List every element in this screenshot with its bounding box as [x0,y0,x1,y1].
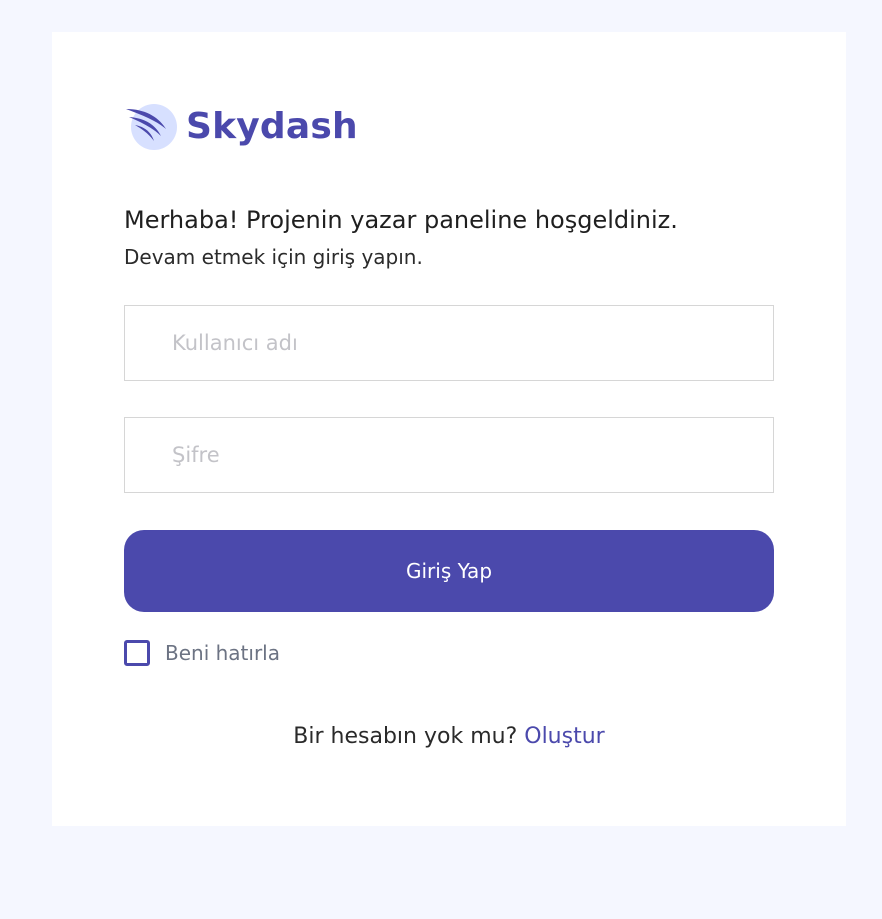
brand-name: Skydash [186,106,358,147]
wing-logo-icon [126,104,177,150]
remember-checkbox[interactable] [124,640,150,666]
brand-logo: Skydash [124,102,358,152]
login-button[interactable]: Giriş Yap [124,530,774,612]
remember-label: Beni hatırla [165,641,280,665]
password-input[interactable] [124,417,774,493]
login-subtitle: Devam etmek için giriş yapın. [124,245,423,269]
signup-prompt: Bir hesabın yok mu? Oluştur [52,724,846,749]
signup-prompt-text: Bir hesabın yok mu? [293,724,518,749]
welcome-heading: Merhaba! Projenin yazar paneline hoşgeld… [124,206,678,234]
remember-me: Beni hatırla [124,639,280,667]
login-card: Skydash Merhaba! Projenin yazar paneline… [52,32,846,826]
username-input[interactable] [124,305,774,381]
signup-link[interactable]: Oluştur [524,724,604,749]
